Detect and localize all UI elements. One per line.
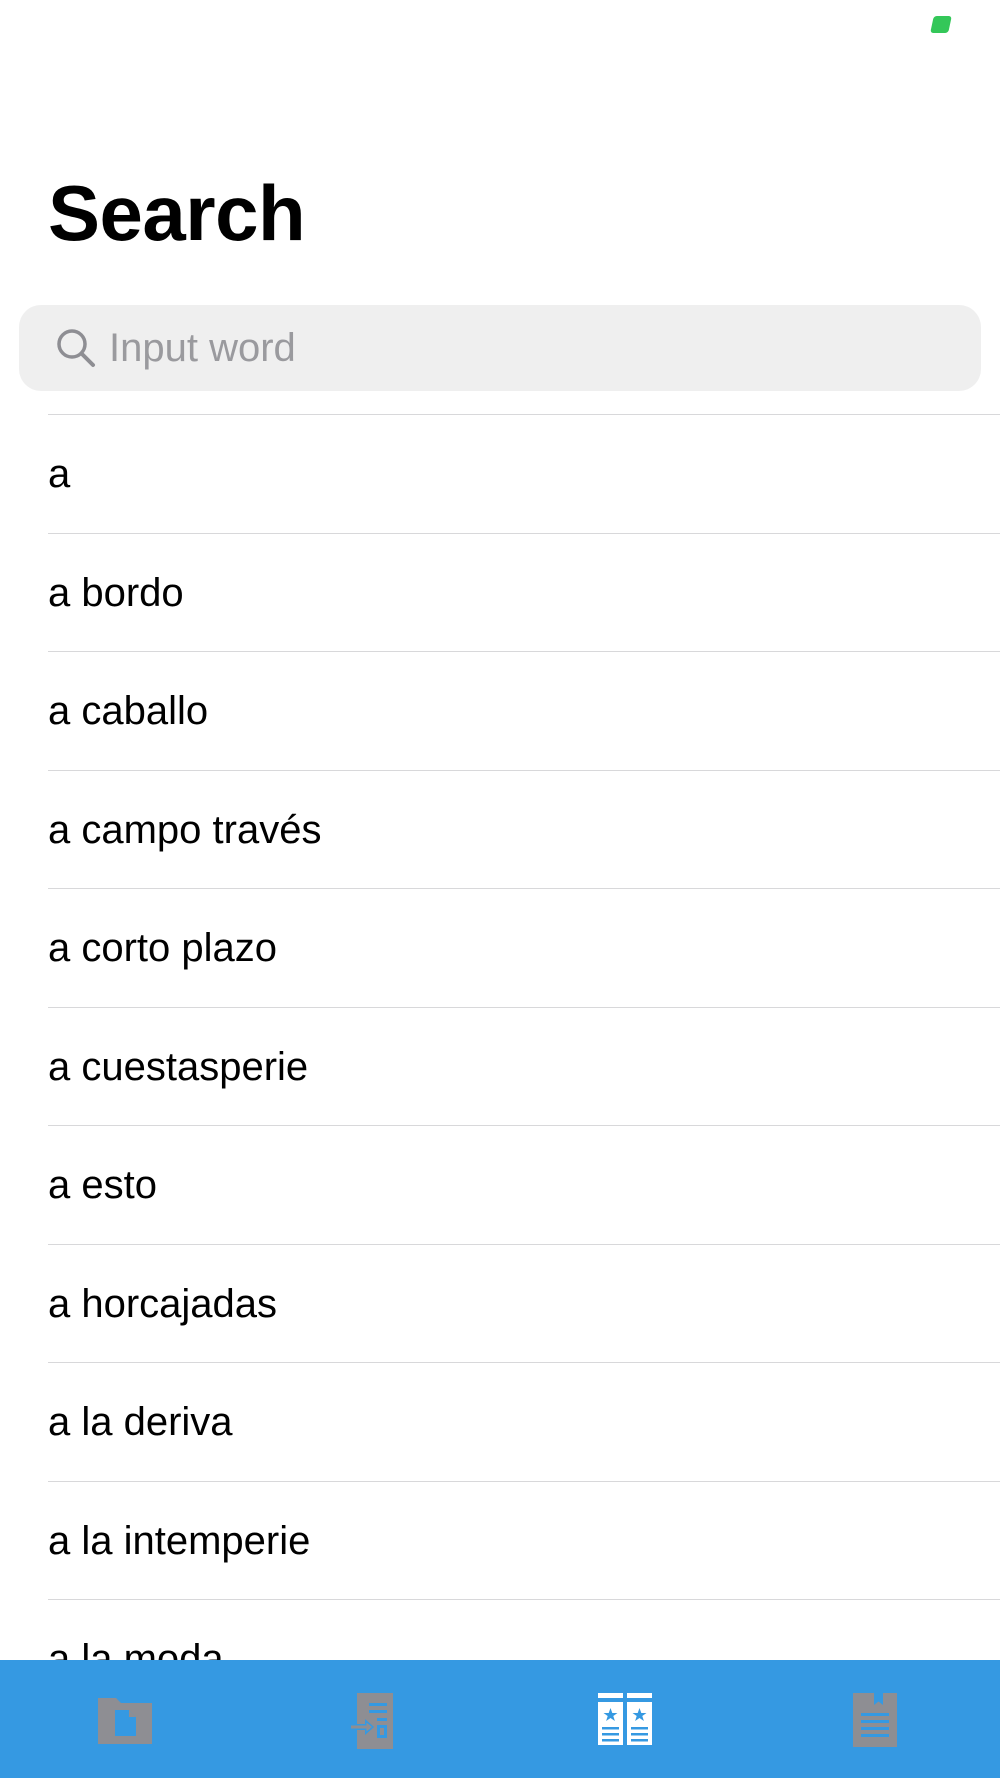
- results-list[interactable]: a a bordo a caballo a campo través a cor…: [0, 414, 1000, 1660]
- list-item[interactable]: a la moda: [48, 1599, 1000, 1660]
- status-bar: [0, 0, 1000, 50]
- list-item[interactable]: a la deriva: [48, 1362, 1000, 1481]
- list-item[interactable]: a bordo: [48, 532, 1000, 652]
- list-item[interactable]: a campo través: [48, 769, 1000, 889]
- list-item-label: a la deriva: [48, 1400, 233, 1444]
- tab-import[interactable]: [250, 1660, 500, 1778]
- list-item[interactable]: a horcajadas: [48, 1243, 1000, 1363]
- list-item-label: a corto plazo: [48, 926, 278, 970]
- tab-bookmark[interactable]: [750, 1660, 1000, 1778]
- list-item[interactable]: a la intemperie: [48, 1480, 1000, 1600]
- list-item-label: a la intemperie: [48, 1518, 311, 1563]
- starred-dictionary-icon: [598, 1693, 652, 1745]
- status-indicator-icon: [930, 16, 952, 33]
- page-title: Search: [48, 169, 306, 257]
- list-item[interactable]: a cuestasperie: [48, 1006, 1000, 1126]
- list-item[interactable]: a: [48, 414, 1000, 533]
- list-item-label: a: [48, 452, 71, 496]
- list-item-label: a bordo: [48, 570, 184, 615]
- list-item-label: a horcajadas: [48, 1281, 278, 1326]
- list-item-label: a la moda: [48, 1637, 224, 1660]
- tab-folder[interactable]: [0, 1660, 250, 1778]
- list-item-label: a esto: [48, 1163, 157, 1207]
- bookmark-document-icon: [853, 1693, 897, 1747]
- search-icon: [57, 329, 95, 367]
- list-item-label: a caballo: [48, 689, 209, 733]
- list-item[interactable]: a esto: [48, 1125, 1000, 1244]
- search-input[interactable]: [109, 305, 959, 391]
- search-bar[interactable]: [19, 305, 981, 391]
- list-item[interactable]: a corto plazo: [48, 888, 1000, 1007]
- tab-dictionary[interactable]: [500, 1660, 750, 1778]
- list-item-label: a campo través: [48, 807, 322, 852]
- list-item-label: a cuestasperie: [48, 1044, 309, 1089]
- import-document-icon: [349, 1693, 393, 1749]
- folder-document-icon: [98, 1698, 152, 1744]
- tab-bar: [0, 1660, 1000, 1778]
- list-item[interactable]: a caballo: [48, 651, 1000, 770]
